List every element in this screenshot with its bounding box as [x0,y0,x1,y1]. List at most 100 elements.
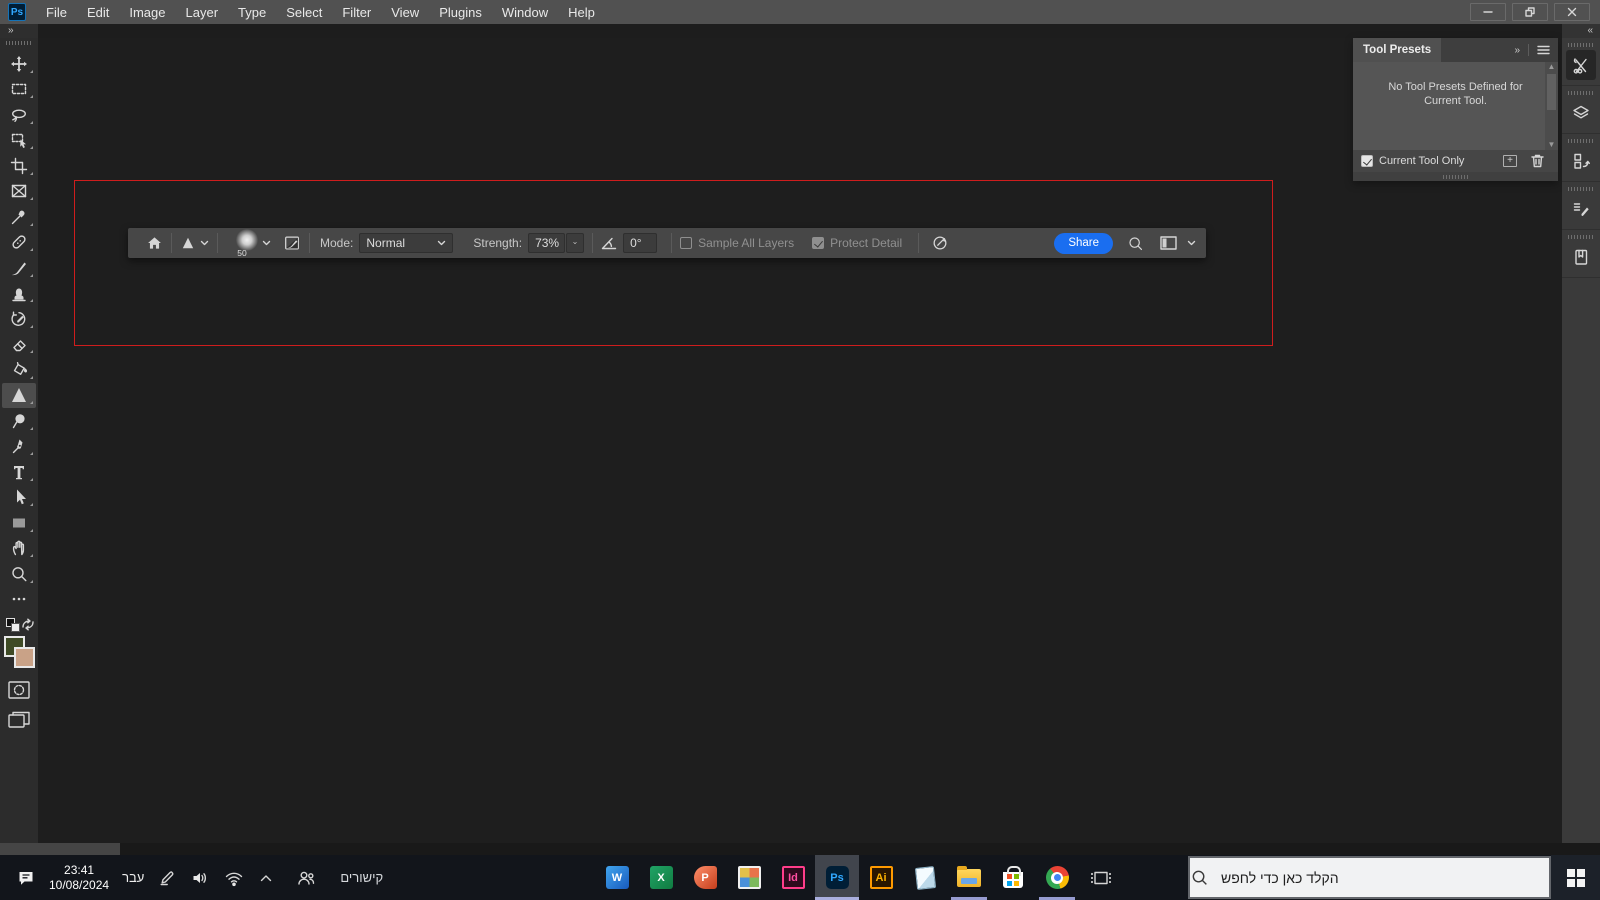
share-button[interactable]: Share [1054,232,1113,254]
scroll-down-icon[interactable]: ▼ [1548,140,1556,150]
links-toolbar-label[interactable]: קישורים [340,870,383,885]
tool-preset-chevron-icon[interactable] [200,240,209,246]
screen-mode-icon[interactable] [7,710,31,730]
tool-type[interactable] [2,459,36,485]
current-tool-icon[interactable] [180,235,196,251]
tool-frame[interactable] [2,179,36,205]
taskbar-indesign-button[interactable]: Id [771,855,815,900]
taskbar-excel-button[interactable]: X [639,855,683,900]
taskbar-notepad-button[interactable] [903,855,947,900]
menu-help[interactable]: Help [558,0,605,24]
taskbar-photoshop-button[interactable]: Ps [815,855,859,900]
taskbar-clock[interactable]: 23:41 10/08/2024 [49,863,109,893]
menu-plugins[interactable]: Plugins [429,0,492,24]
strength-dropdown-button[interactable] [566,233,585,253]
panel-collapse-button[interactable]: » [1514,45,1520,56]
current-tool-only-checkbox[interactable] [1361,155,1373,167]
protect-detail-checkbox[interactable] [812,237,825,249]
strength-field[interactable]: 73% [528,233,566,253]
panel-menu-icon[interactable] [1537,45,1550,55]
taskbar-file-explorer-button[interactable] [947,855,991,900]
tool-presets-scrollbar[interactable]: ▲ ▼ [1545,62,1558,150]
start-button[interactable] [1551,855,1600,900]
taskbar-chrome-button[interactable] [1035,855,1079,900]
taskbar-illustrator-button[interactable]: Ai [859,855,903,900]
angle-field[interactable]: 0° [623,233,658,253]
pressure-size-icon[interactable] [931,234,949,252]
menu-edit[interactable]: Edit [77,0,119,24]
scrollbar-thumb[interactable] [1547,74,1556,110]
tool-path-selection[interactable] [2,485,36,511]
menu-window[interactable]: Window [492,0,558,24]
workspace-chevron-icon[interactable] [1187,240,1196,246]
dock-brush-settings-button[interactable] [1566,194,1596,224]
background-color-swatch[interactable] [14,647,35,668]
dock-tool-presets-button[interactable] [1566,50,1596,80]
tool-dodge[interactable] [2,408,36,434]
tool-pen[interactable] [2,434,36,460]
menu-layer[interactable]: Layer [176,0,229,24]
tool-lasso[interactable] [2,102,36,128]
swap-colors-icon[interactable] [21,618,35,631]
scroll-up-icon[interactable]: ▲ [1548,62,1556,72]
brush-picker-chevron-icon[interactable] [262,240,271,246]
edit-toolbar-button[interactable] [2,587,36,613]
tool-zoom[interactable] [2,561,36,587]
delete-preset-icon[interactable] [1531,154,1544,168]
dock-clone-source-button[interactable] [1566,146,1596,176]
tool-presets-tab[interactable]: Tool Presets [1353,38,1442,62]
taskbar-word-button[interactable]: W [595,855,639,900]
home-icon[interactable] [146,235,163,251]
tools-panel-grip[interactable] [6,41,32,45]
quick-mask-icon[interactable] [7,680,31,700]
restore-button[interactable] [1512,3,1548,21]
tool-crop[interactable] [2,153,36,179]
taskbar-microsoft-store-button[interactable] [991,855,1035,900]
network-button[interactable] [223,868,245,888]
people-button[interactable] [295,868,317,888]
menu-filter[interactable]: Filter [332,0,381,24]
tool-rectangular-marquee[interactable] [2,77,36,103]
close-button[interactable] [1554,3,1590,21]
panel-group-grip[interactable] [1353,172,1558,181]
brush-preset-picker[interactable]: 50 [226,228,258,258]
windows-ink-button[interactable] [157,868,177,888]
tool-rectangle-shape[interactable] [2,510,36,536]
menu-select[interactable]: Select [276,0,332,24]
tool-object-selection[interactable] [2,128,36,154]
tool-hand[interactable] [2,536,36,562]
mode-dropdown[interactable]: Normal [359,233,454,253]
tool-sharpen[interactable] [2,382,36,408]
language-indicator[interactable]: עבר [122,870,144,885]
menu-type[interactable]: Type [228,0,276,24]
minimize-button[interactable] [1470,3,1506,21]
task-view-button[interactable] [1079,855,1123,900]
taskbar-search-box[interactable]: הקלד כאן כדי לחפש [1188,856,1551,899]
taskbar-photos-button[interactable] [727,855,771,900]
sample-all-layers-checkbox[interactable] [680,237,693,249]
tool-spot-healing[interactable] [2,230,36,256]
show-hidden-icons-button[interactable] [258,871,274,885]
taskbar-powerpoint-button[interactable]: P [683,855,727,900]
tool-eyedropper[interactable] [2,204,36,230]
workspace-switcher-button[interactable] [1160,236,1177,250]
tool-move[interactable] [2,51,36,77]
tool-eraser[interactable] [2,332,36,358]
dock-collapse-button[interactable]: « [1562,24,1600,38]
volume-button[interactable] [190,868,210,888]
menu-view[interactable]: View [381,0,429,24]
tools-panel-expand-button[interactable]: » [0,24,38,38]
new-tool-preset-button[interactable]: + [1503,155,1517,167]
tool-clone-stamp[interactable] [2,281,36,307]
menu-file[interactable]: File [36,0,77,24]
menu-image[interactable]: Image [119,0,175,24]
action-center-button[interactable] [16,868,36,888]
tool-brush[interactable] [2,255,36,281]
dock-libraries-button[interactable] [1566,242,1596,272]
sharpen-icon [12,388,26,403]
tool-gradient-fill[interactable] [2,357,36,383]
tool-history-brush[interactable] [2,306,36,332]
toggle-brush-settings-icon[interactable] [283,234,301,252]
search-icon[interactable] [1127,235,1144,252]
dock-layers-button[interactable] [1566,98,1596,128]
